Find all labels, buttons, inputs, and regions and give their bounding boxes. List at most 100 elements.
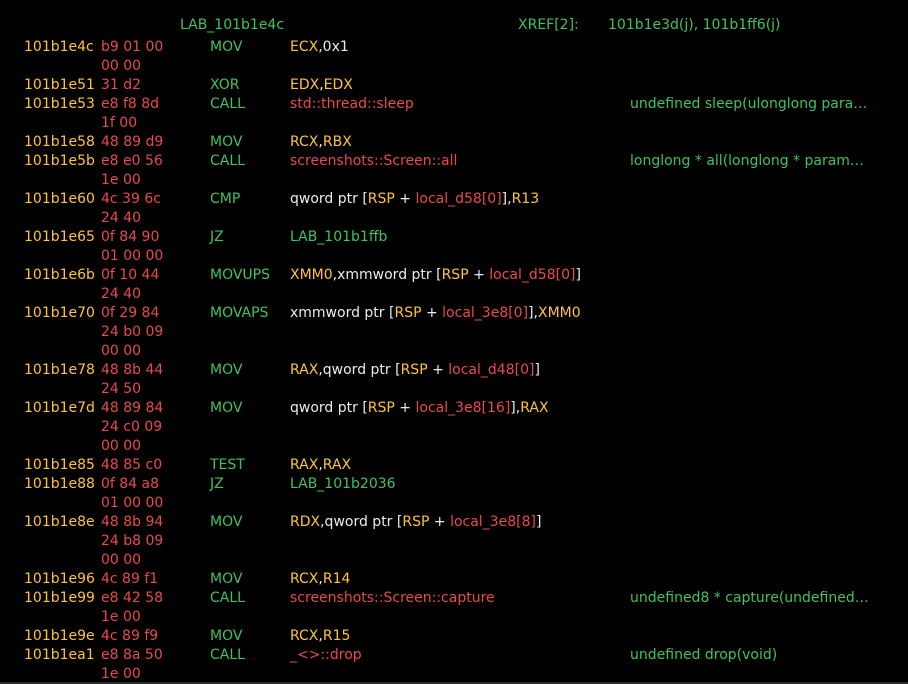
instruction-address[interactable]: 101b1e4c [24, 38, 94, 57]
symbol-token[interactable]: std::thread::sleep [290, 96, 414, 112]
instruction-address[interactable]: 101b1e70 [24, 304, 95, 323]
instruction-row[interactable]: 101b1e96 4c 89 f1 MOV RCX,R14 [0, 570, 908, 589]
register-token[interactable]: RSP [394, 305, 421, 321]
instruction-mnemonic[interactable]: MOV [210, 361, 242, 380]
instruction-row[interactable]: 101b1e51 31 d2 XOR EDX,EDX [0, 76, 908, 95]
instruction-continuation-row[interactable]: 24 c0 09 [0, 418, 908, 437]
instruction-address[interactable]: 101b1e53 [24, 95, 95, 114]
instruction-mnemonic[interactable]: MOV [210, 570, 242, 589]
instruction-mnemonic[interactable]: TEST [210, 456, 245, 475]
instruction-mnemonic[interactable]: JZ [210, 475, 224, 494]
symbol-token[interactable]: local_d58[0] [416, 191, 502, 207]
instruction-continuation-row[interactable]: 24 b0 09 [0, 323, 908, 342]
instruction-address[interactable]: 101b1e58 [24, 133, 95, 152]
instruction-address[interactable]: 101b1e51 [24, 76, 95, 95]
instruction-address[interactable]: 101b1e5b [24, 152, 95, 171]
instruction-row[interactable]: 101b1e5b e8 e0 56 CALL screenshots::Screen:… [0, 152, 908, 171]
instruction-row[interactable]: 101b1ea1 e8 8a 50 CALL _<>::drop undefined d… [0, 646, 908, 665]
instruction-row[interactable]: 101b1e78 48 8b 44 MOV RAX,qword ptr [RSP + … [0, 361, 908, 380]
instruction-mnemonic[interactable]: CALL [210, 646, 245, 665]
instruction-mnemonic[interactable]: XOR [210, 76, 239, 95]
register-token[interactable]: R13 [512, 191, 540, 207]
instruction-row[interactable]: 101b1e65 0f 84 90 JZ LAB_101b1ffb [0, 228, 908, 247]
register-token[interactable]: RSP [442, 267, 469, 283]
instruction-continuation-row[interactable]: 1e 00 [0, 171, 908, 190]
register-token[interactable]: EDX [324, 77, 353, 93]
instruction-mnemonic[interactable]: JZ [210, 228, 224, 247]
instruction-address[interactable]: 101b1e6b [24, 266, 95, 285]
instruction-mnemonic[interactable]: CMP [210, 190, 240, 209]
register-token[interactable]: RSP [368, 400, 395, 416]
instruction-address[interactable]: 101b1e85 [24, 456, 95, 475]
instruction-address[interactable]: 101b1e7d [24, 399, 95, 418]
label-token[interactable]: LAB_101b2036 [290, 476, 396, 492]
symbol-token[interactable]: local_d48[0] [448, 362, 534, 378]
instruction-continuation-row[interactable]: 00 00 [0, 551, 908, 570]
instruction-continuation-row[interactable]: 1e 00 [0, 608, 908, 627]
instruction-row[interactable]: 101b1e85 48 85 c0 TEST RAX,RAX [0, 456, 908, 475]
instruction-mnemonic[interactable]: CALL [210, 95, 245, 114]
register-token[interactable]: RCX [290, 628, 318, 644]
instruction-continuation-row[interactable]: 00 00 [0, 342, 908, 361]
register-token[interactable]: R15 [323, 628, 351, 644]
symbol-token[interactable]: screenshots::Screen::all [290, 153, 457, 169]
instruction-continuation-row[interactable]: 24 b8 09 [0, 532, 908, 551]
register-token[interactable]: RSP [401, 362, 428, 378]
instruction-address[interactable]: 101b1e99 [24, 589, 95, 608]
instruction-row[interactable]: 101b1e4c b9 01 00 MOV ECX,0x1 [0, 38, 908, 57]
symbol-token[interactable]: local_d58[0] [489, 267, 575, 283]
label-token[interactable]: LAB_101b1ffb [290, 229, 387, 245]
instruction-address[interactable]: 101b1e88 [24, 475, 95, 494]
register-token[interactable]: RBX [323, 134, 352, 150]
instruction-continuation-row[interactable]: 1f 00 [0, 114, 908, 133]
register-token[interactable]: ECX [290, 39, 318, 55]
instruction-row[interactable]: 101b1e99 e8 42 58 CALL screenshots::Screen:… [0, 589, 908, 608]
register-token[interactable]: EDX [290, 77, 319, 93]
register-token[interactable]: R14 [323, 571, 351, 587]
instruction-address[interactable]: 101b1e65 [24, 228, 95, 247]
instruction-continuation-row[interactable]: 24 50 [0, 380, 908, 399]
instruction-row[interactable]: 101b1e70 0f 29 84 MOVAPS xmmword ptr [RSP +… [0, 304, 908, 323]
register-token[interactable]: RCX [290, 571, 318, 587]
instruction-mnemonic[interactable]: MOVUPS [210, 266, 270, 285]
instruction-address[interactable]: 101b1e96 [24, 570, 95, 589]
instruction-address[interactable]: 101b1e60 [24, 190, 95, 209]
instruction-row[interactable]: 101b1e58 48 89 d9 MOV RCX,RBX [0, 133, 908, 152]
instruction-address[interactable]: 101b1ea1 [24, 646, 95, 665]
register-token[interactable]: XMM0 [538, 305, 581, 321]
instruction-row[interactable]: 101b1e9e 4c 89 f9 MOV RCX,R15 [0, 627, 908, 646]
instruction-address[interactable]: 101b1e8e [24, 513, 95, 532]
instruction-address[interactable]: 101b1e9e [24, 627, 95, 646]
register-token[interactable]: RCX [290, 134, 318, 150]
register-token[interactable]: RAX [520, 400, 548, 416]
symbol-token[interactable]: local_3e8[8] [450, 514, 536, 530]
instruction-continuation-row[interactable]: 00 00 [0, 57, 908, 76]
instruction-row[interactable]: 101b1e88 0f 84 a8 JZ LAB_101b2036 [0, 475, 908, 494]
instruction-continuation-row[interactable]: 01 00 00 [0, 247, 908, 266]
instruction-continuation-row[interactable]: 01 00 00 [0, 494, 908, 513]
instruction-row[interactable]: 101b1e53 e8 f8 8d CALL std::thread::sleep un… [0, 95, 908, 114]
xref-values[interactable]: 101b1e3d(j), 101b1ff6(j) [608, 17, 781, 33]
register-token[interactable]: RSP [368, 191, 395, 207]
symbol-token[interactable]: screenshots::Screen::capture [290, 590, 495, 606]
symbol-token[interactable]: _<>::drop [290, 647, 362, 663]
instruction-mnemonic[interactable]: MOVAPS [210, 304, 268, 323]
instruction-mnemonic[interactable]: MOV [210, 513, 242, 532]
register-token[interactable]: RAX [290, 457, 318, 473]
instruction-continuation-row[interactable]: 00 00 [0, 437, 908, 456]
symbol-token[interactable]: local_3e8[16] [416, 400, 511, 416]
instruction-continuation-row[interactable]: 24 40 [0, 285, 908, 304]
instruction-address[interactable]: 101b1e78 [24, 361, 95, 380]
instruction-mnemonic[interactable]: CALL [210, 152, 245, 171]
symbol-token[interactable]: local_3e8[0] [442, 305, 528, 321]
instruction-row[interactable]: 101b1e6b 0f 10 44 MOVUPS XMM0,xmmword ptr [… [0, 266, 908, 285]
instruction-mnemonic[interactable]: MOV [210, 399, 242, 418]
register-token[interactable]: RAX [290, 362, 318, 378]
instruction-mnemonic[interactable]: MOV [210, 38, 242, 57]
code-label[interactable]: LAB_101b1e4c [180, 17, 284, 33]
instruction-continuation-row[interactable]: 24 40 [0, 209, 908, 228]
register-token[interactable]: RSP [402, 514, 429, 530]
register-token[interactable]: RAX [323, 457, 351, 473]
instruction-mnemonic[interactable]: MOV [210, 627, 242, 646]
instruction-row[interactable]: 101b1e60 4c 39 6c CMP qword ptr [RSP + loca… [0, 190, 908, 209]
